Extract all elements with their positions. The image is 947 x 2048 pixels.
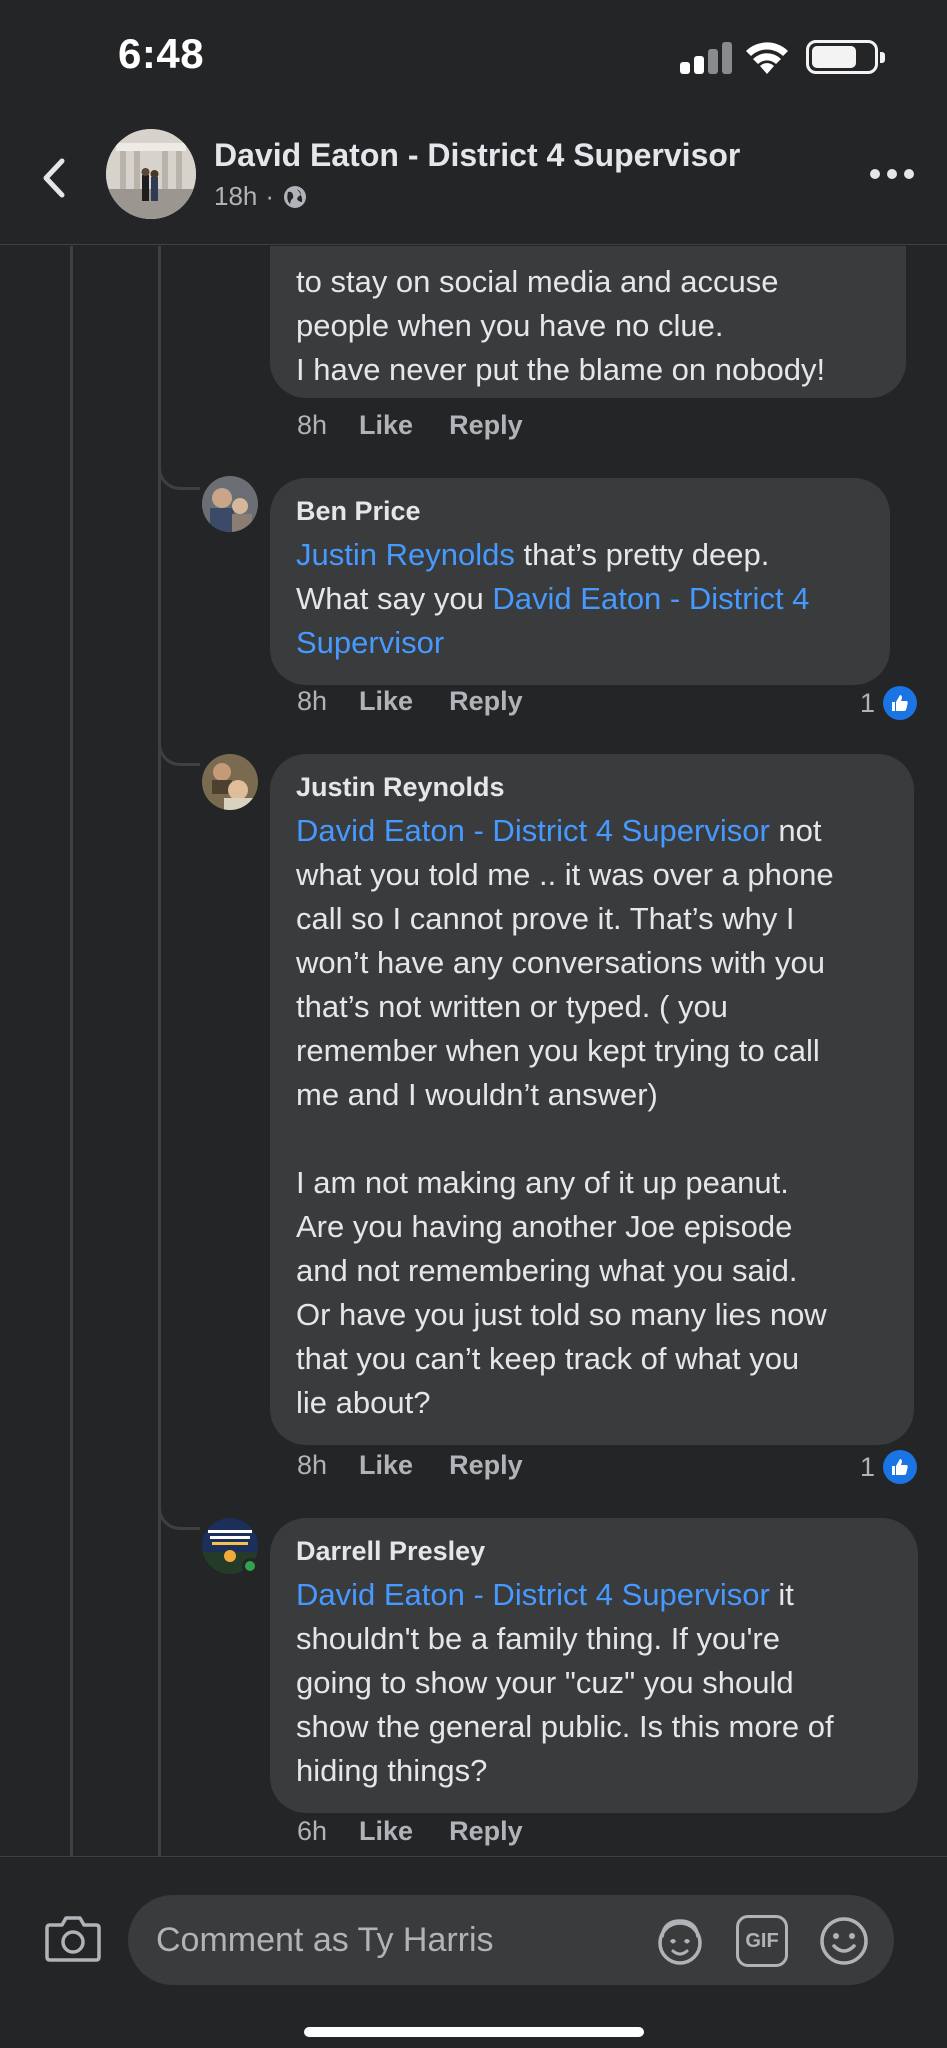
comment-bubble: Ben Price Justin Reynolds that’s pretty …	[270, 478, 890, 685]
status-time: 6:48	[118, 30, 205, 77]
gif-label: GIF	[745, 1929, 779, 1952]
comment-text: David Eaton - District 4 Supervisor not …	[296, 809, 888, 1425]
comment-placeholder: Comment as Ty Harris	[156, 1921, 494, 1959]
thread-line-outer	[70, 246, 73, 1856]
comment-author[interactable]: Justin Reynolds	[296, 772, 888, 803]
comment-body: not what you told me .. it was over a ph…	[296, 813, 834, 1420]
avatar-sticker-icon[interactable]	[654, 1915, 706, 1967]
comment-thread[interactable]: to stay on social media and accuse peopl…	[0, 246, 947, 1856]
reply-button[interactable]: Reply	[449, 1816, 523, 1847]
gif-icon[interactable]: GIF	[736, 1915, 788, 1967]
mention-link[interactable]: David Eaton - District 4 Supervisor	[296, 813, 770, 848]
comment-bubble: Justin Reynolds David Eaton - District 4…	[270, 754, 914, 1445]
comment-bubble: to stay on social media and accuse peopl…	[270, 246, 906, 398]
cellular-signal-icon	[680, 42, 732, 74]
page-avatar[interactable]	[106, 129, 196, 219]
comment-bubble: Darrell Presley David Eaton - District 4…	[270, 1518, 918, 1813]
comment-input[interactable]: Comment as Ty Harris GIF	[128, 1895, 894, 1985]
avatar[interactable]	[202, 1518, 258, 1574]
globe-icon	[284, 185, 307, 208]
like-button[interactable]: Like	[359, 410, 413, 441]
avatar[interactable]	[202, 754, 258, 810]
comment-composer: Comment as Ty Harris GIF	[0, 1856, 947, 2048]
post-header: David Eaton - District 4 Supervisor 18h …	[0, 115, 947, 245]
like-button[interactable]: Like	[359, 686, 413, 717]
reaction-summary[interactable]: 1	[860, 1450, 918, 1484]
post-time: 18h	[214, 181, 258, 211]
comment-text: David Eaton - District 4 Supervisor it s…	[296, 1573, 892, 1793]
comment-time: 6h	[297, 1816, 328, 1846]
emoji-icon[interactable]	[818, 1915, 870, 1967]
like-button[interactable]: Like	[359, 1816, 413, 1847]
comment-actions: 8h Like Reply	[297, 686, 559, 717]
more-icon[interactable]	[870, 169, 914, 183]
like-button[interactable]: Like	[359, 1450, 413, 1481]
battery-icon	[806, 40, 885, 74]
comment-author[interactable]: Ben Price	[296, 496, 864, 527]
thread-branch	[158, 458, 200, 490]
comment-time: 8h	[297, 686, 328, 716]
thumbs-up-icon	[883, 1450, 918, 1484]
comment-text: Justin Reynolds that’s pretty deep. What…	[296, 533, 864, 665]
comment-actions: 8h Like Reply	[297, 410, 559, 441]
reply-button[interactable]: Reply	[449, 410, 523, 441]
online-indicator	[242, 1558, 258, 1574]
back-chevron-icon[interactable]	[30, 153, 80, 203]
thread-branch	[158, 734, 200, 766]
thumbs-up-icon	[883, 686, 918, 720]
mention-link[interactable]: David Eaton - District 4 Supervisor	[296, 1577, 770, 1612]
reaction-count: 1	[860, 1451, 876, 1482]
post-meta: 18h ·	[214, 181, 308, 212]
comment-time: 8h	[297, 410, 328, 440]
comment-author[interactable]: Darrell Presley	[296, 1536, 892, 1567]
thread-branch	[158, 1498, 200, 1530]
avatar[interactable]	[202, 476, 258, 532]
camera-icon[interactable]	[44, 1913, 102, 1963]
reaction-summary[interactable]: 1	[860, 686, 918, 720]
comment-actions: 6h Like Reply	[297, 1816, 559, 1847]
reply-button[interactable]: Reply	[449, 1450, 523, 1481]
wifi-icon	[746, 42, 788, 74]
page-title[interactable]: David Eaton - District 4 Supervisor	[214, 137, 740, 174]
comment-actions: 8h Like Reply	[297, 1450, 559, 1481]
reaction-count: 1	[860, 687, 876, 718]
comment-time: 8h	[297, 1450, 328, 1480]
status-bar: 6:48	[0, 0, 947, 115]
reply-button[interactable]: Reply	[449, 686, 523, 717]
comment-text: to stay on social media and accuse peopl…	[296, 264, 826, 387]
thread-line-inner	[158, 246, 161, 1856]
meta-separator: ·	[265, 181, 275, 211]
home-indicator[interactable]	[304, 2027, 644, 2037]
mention-link[interactable]: Justin Reynolds	[296, 537, 515, 572]
